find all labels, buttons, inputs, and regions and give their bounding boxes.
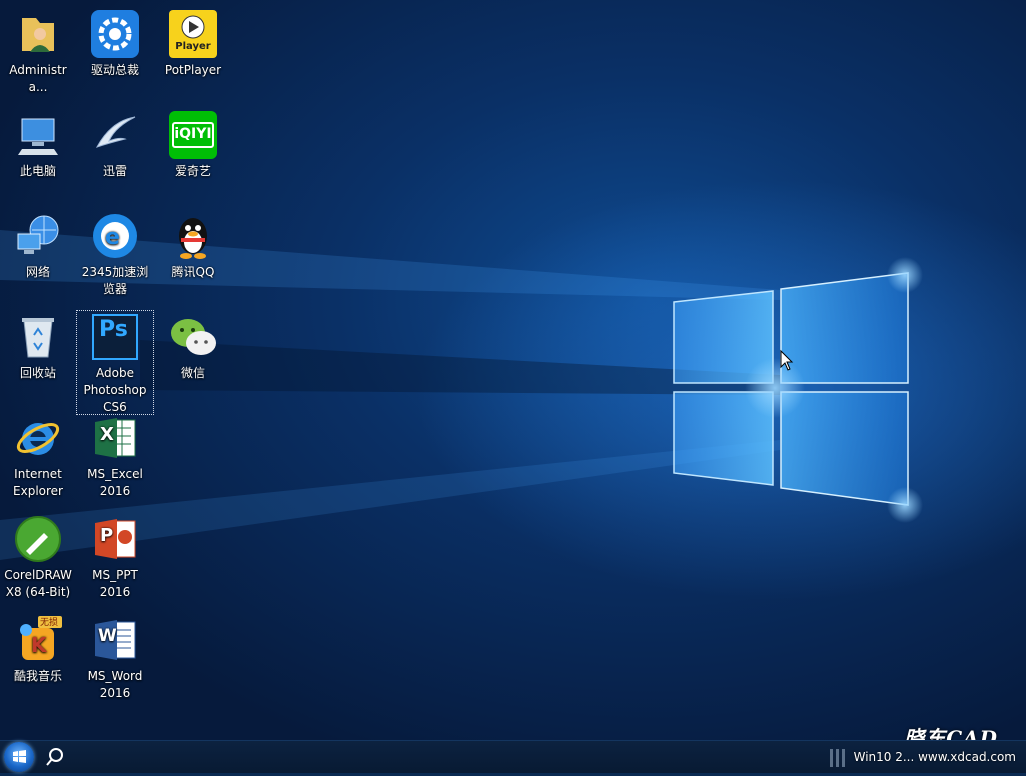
svg-text:K: K xyxy=(31,633,48,657)
icon-label: Administra... xyxy=(9,63,67,94)
user-folder-icon xyxy=(14,10,62,58)
word-glyph: W xyxy=(98,626,117,646)
icon-label: 2345加速浏 览器 xyxy=(81,265,149,296)
iqiyi-icon: iQIYI xyxy=(169,111,217,159)
network-icon xyxy=(14,212,62,260)
icon-label: 回收站 xyxy=(19,366,56,380)
desktop-icon-internet-explorer[interactable]: Internet Explorer xyxy=(0,414,76,500)
xunlei-icon xyxy=(91,111,139,159)
photoshop-glyph: Ps xyxy=(99,317,128,342)
word-icon: W xyxy=(91,616,139,664)
computer-icon xyxy=(14,111,62,159)
internet-explorer-icon xyxy=(14,414,62,462)
icon-label: CorelDRAW X8 (64-Bit) xyxy=(4,568,72,599)
desktop-icon-iqiyi[interactable]: iQIYI 爱奇艺 xyxy=(155,111,231,180)
desktop-icon-ms-excel[interactable]: X MS_Excel 2016 xyxy=(77,414,153,500)
browser-2345-icon: e xyxy=(91,212,139,260)
search-button[interactable] xyxy=(44,746,66,768)
iqiyi-glyph: iQIYI xyxy=(174,126,212,142)
excel-icon: X xyxy=(91,414,139,462)
potplayer-glyph: Player xyxy=(175,41,211,52)
qq-penguin-icon xyxy=(169,212,217,260)
potplayer-icon: Player xyxy=(169,10,217,58)
icon-label: 微信 xyxy=(180,366,205,380)
photoshop-icon: Ps xyxy=(91,313,139,361)
desktop-icon-2345-browser[interactable]: e 2345加速浏 览器 xyxy=(77,212,153,298)
desktop-icon-network[interactable]: 网络 xyxy=(0,212,76,281)
desktop-icon-administrator[interactable]: Administra... xyxy=(0,10,76,96)
desktop-wallpaper xyxy=(0,0,1026,740)
icon-label: 迅雷 xyxy=(102,164,127,178)
icon-label: 网络 xyxy=(25,265,50,279)
desktop-icon-ms-word[interactable]: W MS_Word 2016 xyxy=(77,616,153,702)
lossless-badge: 无损 xyxy=(40,618,59,628)
desktop-icon-photoshop[interactable]: Ps Adobe Photoshop CS6 xyxy=(76,310,154,415)
kuwo-music-icon: K 无损 xyxy=(14,616,62,664)
windows-logo-icon xyxy=(13,750,26,763)
desktop-icon-ms-ppt[interactable]: P MS_PPT 2016 xyxy=(77,515,153,601)
coreldraw-icon xyxy=(14,515,62,563)
wechat-icon xyxy=(169,313,217,361)
icon-label: 此电脑 xyxy=(19,164,56,178)
desktop-icon-tencent-qq[interactable]: 腾讯QQ xyxy=(155,212,231,281)
icon-label: Internet Explorer xyxy=(13,467,63,498)
icon-label: MS_Word 2016 xyxy=(87,669,143,700)
recycle-bin-icon xyxy=(14,313,62,361)
desktop-icon-driver-president[interactable]: 驱动总裁 xyxy=(77,10,153,79)
icon-label: PotPlayer xyxy=(164,63,222,77)
icon-label: Adobe Photoshop CS6 xyxy=(83,366,147,414)
icon-label: 驱动总裁 xyxy=(90,63,139,77)
desktop-icon-potplayer[interactable]: Player PotPlayer xyxy=(155,10,231,79)
windows-logo-wallpaper xyxy=(0,230,923,560)
ppt-glyph: P xyxy=(100,525,114,546)
desktop-icon-xunlei[interactable]: 迅雷 xyxy=(77,111,153,180)
tray-text: Win10 2... www.xdcad.com xyxy=(853,750,1016,764)
system-tray: Win10 2... www.xdcad.com xyxy=(826,741,1026,773)
icon-label: 腾讯QQ xyxy=(171,265,215,279)
desktop-icon-wechat[interactable]: 微信 xyxy=(155,313,231,382)
desktop-icon-coreldraw[interactable]: CorelDRAW X8 (64-Bit) xyxy=(0,515,76,601)
icon-label: 酷我音乐 xyxy=(13,669,62,683)
icon-label: MS_Excel 2016 xyxy=(87,467,143,498)
icon-label: 爱奇艺 xyxy=(174,164,211,178)
desktop-icon-kuwo-music[interactable]: K 无损 酷我音乐 xyxy=(0,616,76,685)
desktop-icon-this-pc[interactable]: 此电脑 xyxy=(0,111,76,180)
taskbar: Win10 2... www.xdcad.com xyxy=(0,740,1026,773)
search-icon xyxy=(46,748,63,766)
svg-text:e: e xyxy=(105,225,120,250)
powerpoint-icon: P xyxy=(91,515,139,563)
start-button[interactable] xyxy=(4,742,34,772)
icon-label: MS_PPT 2016 xyxy=(92,568,138,599)
excel-glyph: X xyxy=(100,424,114,445)
desktop-icon-recycle-bin[interactable]: 回收站 xyxy=(0,313,76,382)
driver-gear-icon xyxy=(91,10,139,58)
